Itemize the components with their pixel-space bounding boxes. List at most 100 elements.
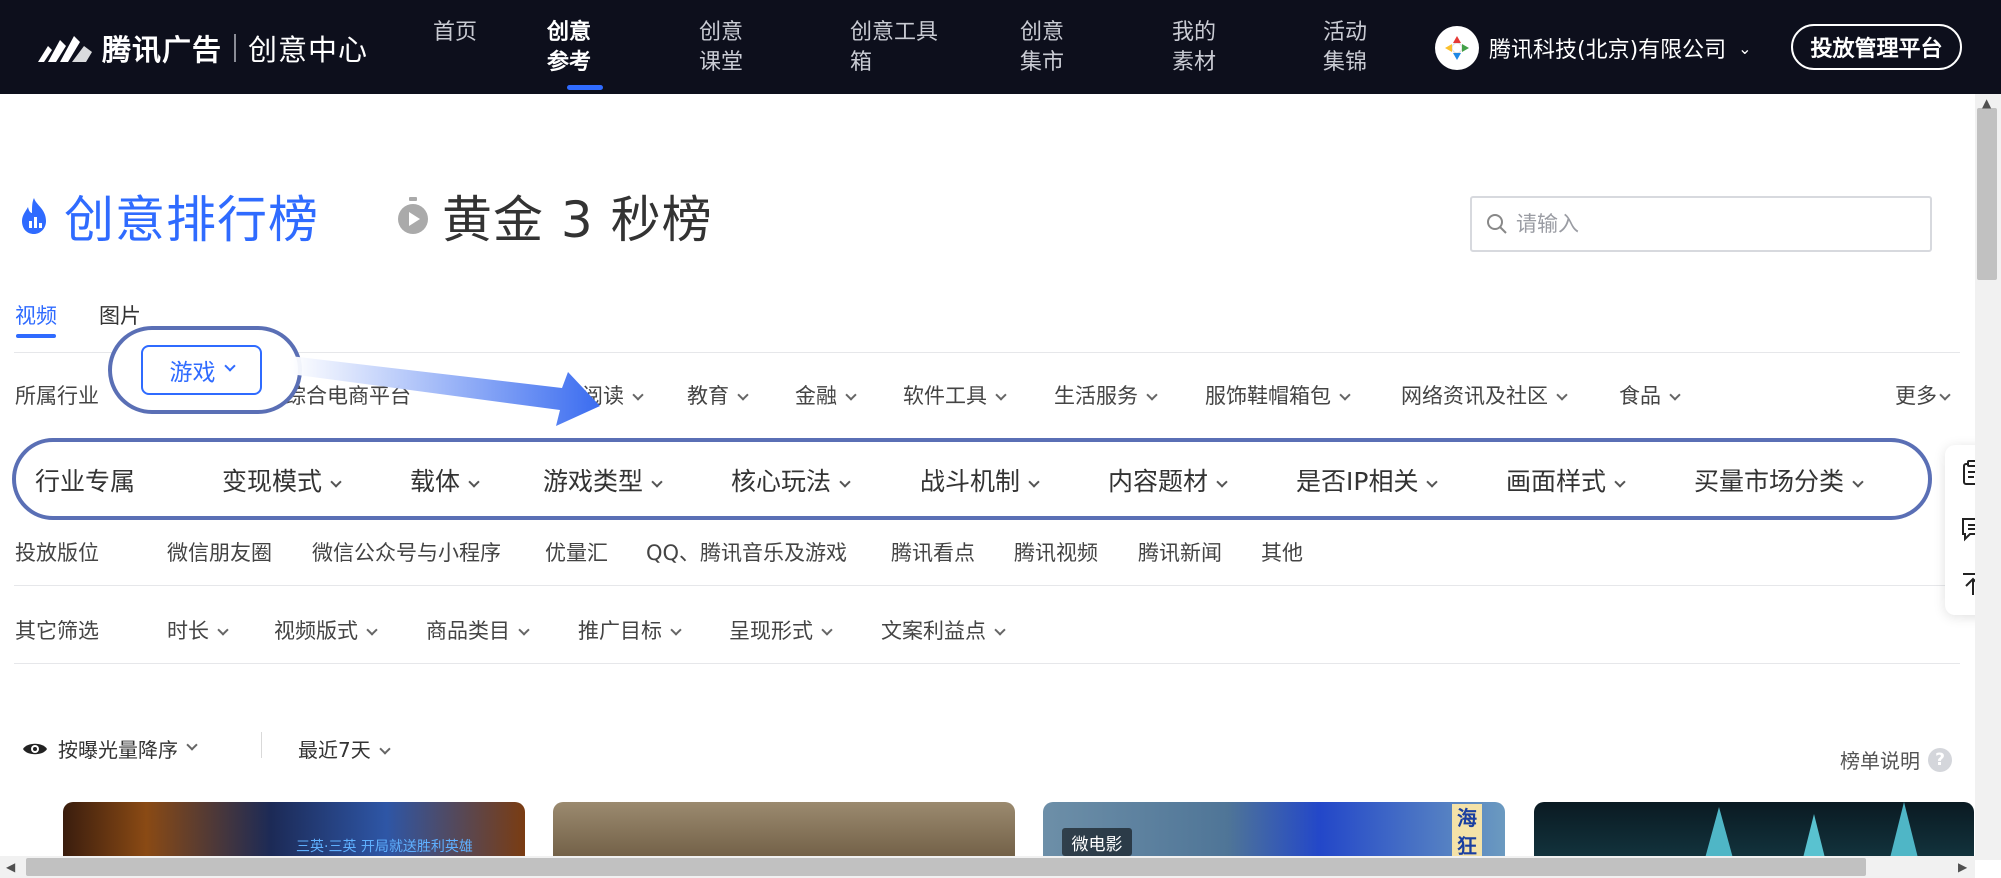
scroll-left-arrow-icon[interactable]: ◀	[6, 860, 15, 874]
chevron-down-icon	[330, 476, 342, 488]
placement-qq-music-games[interactable]: QQ、腾讯音乐及游戏	[646, 537, 847, 567]
creative-ranking-heading[interactable]: 创意排行榜	[18, 180, 319, 252]
filter-duration[interactable]: 时长	[167, 615, 229, 645]
sort-dropdown[interactable]: 按曝光量降序	[22, 734, 198, 763]
filter-copy-benefit[interactable]: 文案利益点	[881, 615, 1006, 645]
tab-active-indicator	[16, 334, 56, 338]
subfilter-industry-exclusive: 行业专属	[35, 467, 136, 496]
placement-tencent-video[interactable]: 腾讯视频	[1014, 537, 1098, 567]
industry-game-filter[interactable]: 游戏	[141, 345, 262, 395]
industry-food-filter[interactable]: 食品	[1619, 380, 1681, 410]
nav-item-creative-toolbox[interactable]: 创意工具箱	[850, 18, 942, 78]
chevron-down-icon	[223, 360, 236, 372]
other-filters-label: 其它筛选	[15, 619, 99, 643]
golden-3s-heading[interactable]: 黄金 3 秒榜	[396, 180, 713, 252]
vertical-scrollbar-thumb[interactable]	[1977, 108, 1997, 280]
nav-item-events[interactable]: 活动集锦	[1323, 18, 1383, 78]
chevron-down-icon	[994, 624, 1006, 636]
placement-wechat-official[interactable]: 微信公众号与小程序	[312, 537, 501, 567]
chevron-down-icon	[379, 743, 391, 755]
tab-video[interactable]: 视频	[15, 300, 57, 330]
subfilter-carrier[interactable]: 载体	[410, 462, 480, 498]
brand-subtitle: 创意中心	[248, 33, 369, 67]
chevron-down-icon	[217, 624, 229, 636]
chevron-down-icon	[1939, 389, 1951, 401]
filter-label: 软件工具	[903, 384, 987, 408]
filter-label: 战斗机制	[920, 467, 1021, 496]
filter-promotion-goal[interactable]: 推广目标	[578, 615, 682, 645]
micro-film-tag: 微电影	[1062, 828, 1132, 856]
chevron-down-icon	[186, 738, 198, 751]
tab-image[interactable]: 图片	[99, 300, 141, 330]
company-switcher[interactable]: 腾讯科技(北京)有限公司 ⌄	[1435, 26, 1752, 70]
divider	[14, 663, 1960, 664]
subfilter-monetization[interactable]: 变现模式	[222, 462, 342, 498]
industry-finance-filter[interactable]: 金融	[795, 380, 857, 410]
chevron-down-icon	[1669, 389, 1681, 401]
industry-life-services-filter[interactable]: 生活服务	[1054, 380, 1158, 410]
search-input[interactable]	[1516, 212, 1916, 236]
industry-education-filter[interactable]: 教育	[687, 380, 749, 410]
subfilter-game-type[interactable]: 游戏类型	[543, 462, 663, 498]
industry-software-filter[interactable]: 软件工具	[903, 380, 1007, 410]
company-logo-icon	[1445, 36, 1469, 60]
company-avatar	[1435, 26, 1479, 70]
filter-label: 视频版式	[274, 619, 358, 643]
subfilter-content-theme[interactable]: 内容题材	[1108, 462, 1228, 498]
nav-item-creative-class[interactable]: 创意课堂	[699, 18, 759, 78]
brand[interactable]: 腾讯广告 创意中心	[36, 28, 368, 68]
scroll-right-arrow-icon[interactable]: ▶	[1958, 860, 1967, 874]
chevron-down-icon	[366, 624, 378, 636]
subfilter-art-style[interactable]: 画面样式	[1506, 462, 1626, 498]
scroll-up-arrow-icon[interactable]: ▲	[1982, 96, 1991, 110]
chevron-down-icon	[651, 476, 663, 488]
filter-label: 教育	[687, 384, 729, 408]
filter-label: 内容题材	[1108, 467, 1209, 496]
chevron-down-icon	[670, 624, 682, 636]
filter-product-category[interactable]: 商品类目	[426, 615, 530, 645]
chevron-down-icon: ⌄	[1738, 38, 1752, 58]
time-range-label: 最近7天	[298, 738, 371, 762]
brand-name: 腾讯广告	[102, 33, 223, 67]
chevron-down-icon	[845, 389, 857, 401]
placement-tencent-news[interactable]: 腾讯新闻	[1138, 537, 1222, 567]
filter-label: 呈现形式	[729, 619, 813, 643]
crystal-spikes-icon	[1704, 802, 1919, 862]
filter-video-format[interactable]: 视频版式	[274, 615, 378, 645]
nav-item-my-assets[interactable]: 我的素材	[1172, 18, 1232, 78]
creative-thumbnail[interactable]	[1534, 802, 1974, 862]
ads-platform-button[interactable]: 投放管理平台	[1791, 24, 1962, 70]
placement-other[interactable]: 其他	[1261, 537, 1303, 567]
placement-youlianghui[interactable]: 优量汇	[545, 537, 608, 567]
placement-label: 投放版位	[15, 541, 99, 565]
eye-icon	[23, 743, 47, 754]
placement-tencent-kandian[interactable]: 腾讯看点	[891, 537, 975, 567]
company-name: 腾讯科技(北京)有限公司	[1489, 38, 1727, 63]
horizontal-scrollbar-thumb[interactable]	[26, 858, 1866, 876]
filter-label: 买量市场分类	[1694, 467, 1845, 496]
subfilter-market-category[interactable]: 买量市场分类	[1694, 462, 1864, 498]
nav-item-creative-market[interactable]: 创意集市	[1020, 18, 1080, 78]
creative-thumbnail[interactable]	[553, 802, 1015, 862]
subfilter-combat-mechanism[interactable]: 战斗机制	[920, 462, 1040, 498]
subfilter-ip-related[interactable]: 是否IP相关	[1296, 462, 1439, 498]
chevron-down-icon	[1216, 476, 1228, 488]
more-industries-toggle[interactable]: 更多	[1895, 380, 1951, 410]
time-range-dropdown[interactable]: 最近7天	[298, 734, 391, 763]
industry-news-community-filter[interactable]: 网络资讯及社区	[1401, 380, 1568, 410]
ranking-explanation[interactable]: 榜单说明 ?	[1840, 745, 1952, 774]
nav-item-creative-reference[interactable]: 创意参考	[547, 18, 607, 78]
more-label: 更多	[1895, 384, 1937, 408]
filter-presentation-form[interactable]: 呈现形式	[729, 615, 833, 645]
thumbnail-side-text: 海狂	[1452, 804, 1482, 862]
placement-wechat-moments[interactable]: 微信朋友圈	[167, 537, 272, 567]
filter-label: 推广目标	[578, 619, 662, 643]
search-box[interactable]	[1470, 196, 1932, 252]
chevron-down-icon	[821, 624, 833, 636]
subfilter-core-gameplay[interactable]: 核心玩法	[731, 462, 851, 498]
filter-label: 变现模式	[222, 467, 323, 496]
filter-label: 游戏类型	[543, 467, 644, 496]
nav-item-home[interactable]: 首页	[433, 18, 493, 48]
industry-apparel-filter[interactable]: 服饰鞋帽箱包	[1205, 380, 1351, 410]
filter-label: 文案利益点	[881, 619, 986, 643]
